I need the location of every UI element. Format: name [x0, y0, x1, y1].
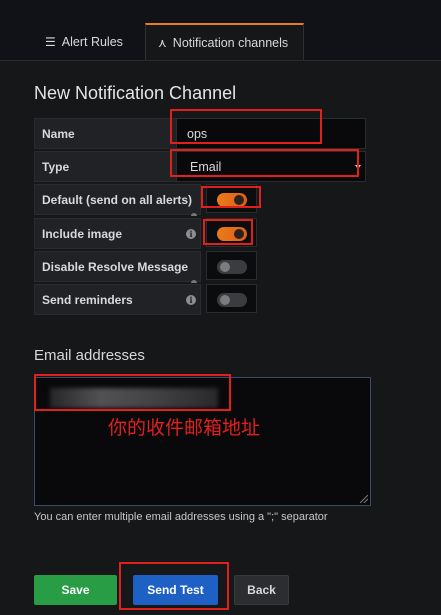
page-title: New Notification Channel	[34, 83, 237, 103]
notification-channel-icon: ⋏	[158, 35, 167, 50]
annotation-box-email	[34, 374, 231, 411]
disable-resolve-toggle[interactable]	[217, 260, 247, 274]
tab-label: Alert Rules	[61, 34, 123, 49]
disable-resolve-label: Disable Resolve Message	[34, 251, 201, 283]
toggle-knob	[220, 262, 230, 272]
info-icon[interactable]: i	[186, 295, 196, 305]
default-label: Default (send on all alerts)	[34, 184, 201, 216]
disable-resolve-label-text: Disable Resolve Message	[42, 259, 189, 274]
disable-resolve-switch[interactable]	[206, 251, 257, 280]
toggle-knob	[220, 295, 230, 305]
include-image-label: Include image i	[34, 218, 201, 249]
annotation-text: 你的收件邮箱地址	[108, 418, 261, 439]
annotation-box-include-image	[203, 219, 253, 245]
list-icon: ☰	[45, 34, 56, 49]
resize-handle-icon[interactable]	[360, 495, 368, 503]
save-button[interactable]: Save	[34, 575, 117, 605]
send-reminders-label: Send reminders i	[34, 284, 201, 315]
email-section-title: Email addresses	[34, 347, 145, 364]
info-icon	[191, 213, 197, 216]
annotation-box-default	[201, 186, 261, 208]
name-label-text: Name	[42, 126, 75, 141]
tab-alert-rules[interactable]: ☰ Alert Rules	[45, 23, 137, 60]
info-icon	[191, 280, 197, 283]
annotation-box-name	[170, 109, 322, 144]
send-reminders-toggle[interactable]	[217, 293, 247, 307]
type-label-text: Type	[42, 159, 70, 174]
info-icon[interactable]: i	[186, 229, 196, 239]
send-reminders-label-text: Send reminders	[42, 292, 133, 307]
annotation-box-type	[170, 149, 359, 177]
tab-notification-channels[interactable]: ⋏ Notification channels	[145, 23, 304, 60]
back-button[interactable]: Back	[234, 575, 289, 605]
annotation-box-send-test	[119, 562, 229, 610]
email-helper-text: You can enter multiple email addresses u…	[34, 511, 328, 523]
send-reminders-switch[interactable]	[206, 284, 257, 313]
include-image-label-text: Include image	[42, 226, 123, 241]
default-label-text: Default (send on all alerts)	[42, 192, 193, 207]
tab-label: Notification channels	[172, 35, 289, 50]
